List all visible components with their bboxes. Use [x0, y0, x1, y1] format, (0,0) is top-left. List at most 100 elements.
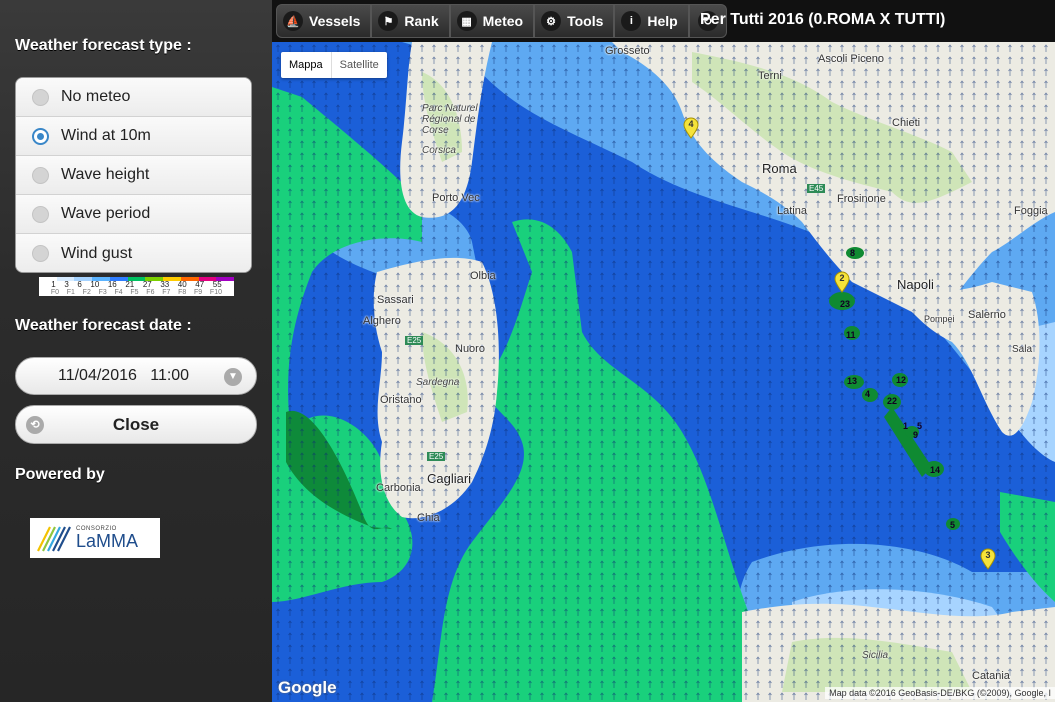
radio-button[interactable]	[32, 245, 49, 262]
scale-force-label: F10	[209, 289, 222, 296]
powered-by-heading: Powered by	[15, 466, 105, 483]
radio-button[interactable]	[32, 205, 49, 223]
help-button[interactable]: i Help	[614, 4, 689, 38]
scale-knot-label: 40	[177, 280, 187, 289]
scale-knot-label: 1	[51, 280, 56, 289]
scale-knot-label: 27	[142, 280, 152, 289]
scale-force-label: F5	[130, 289, 139, 296]
place-label: Porto Vec	[432, 192, 480, 204]
map-layers	[272, 42, 1055, 702]
vessel-marker[interactable]: 4	[683, 117, 699, 139]
boat-number[interactable]: 14	[930, 465, 940, 475]
google-logo: Google	[278, 678, 337, 697]
vessels-label: Vessels	[309, 13, 361, 29]
boat-number[interactable]: 5	[950, 520, 955, 530]
place-label: Cagliari	[427, 471, 472, 486]
rank-label: Rank	[404, 13, 439, 29]
boat-number[interactable]: 4	[865, 389, 870, 399]
boat-number[interactable]: 8	[850, 248, 855, 258]
meteo-button[interactable]: ▦ Meteo	[449, 4, 535, 38]
rank-button[interactable]: ⚑ Rank	[371, 4, 450, 38]
scale-force-label: F4	[114, 289, 123, 296]
place-label: Alghero	[363, 315, 401, 327]
radio-option-wave-period[interactable]: Wave period	[16, 195, 251, 234]
meteo-sidebar: Weather forecast type : No meteo Wind at…	[0, 0, 272, 702]
marker-number: 3	[985, 550, 991, 560]
forecast-date-select[interactable]: 11/04/2016 11:00 ▼	[15, 357, 257, 395]
radio-label: Wind gust	[61, 244, 133, 262]
radio-button[interactable]	[32, 88, 49, 106]
scale-force-label: F3	[98, 289, 107, 296]
lamma-logo-text: LaMMA	[76, 531, 139, 551]
marker-number: 4	[688, 119, 694, 129]
scale-knot-label: 6	[77, 280, 82, 289]
lamma-logo: CONSORZIO LaMMA	[30, 518, 160, 558]
marker-number: 2	[839, 273, 845, 283]
tools-label: Tools	[567, 13, 604, 29]
vessels-button[interactable]: ⛵ Vessels	[276, 4, 372, 38]
vessel-marker[interactable]: 2	[834, 271, 850, 293]
place-label: Sicilia	[862, 650, 889, 661]
scale-force-label: F1	[66, 289, 75, 296]
map-type-satellite[interactable]: Satellite	[332, 52, 387, 78]
forecast-date-value: 11/04/2016 11:00	[58, 367, 190, 384]
road-badge: E25	[427, 452, 446, 461]
place-label: Pompei	[924, 314, 955, 324]
boat-number[interactable]: 13	[847, 376, 857, 386]
forecast-type-heading: Weather forecast type :	[15, 37, 192, 54]
close-circle-icon: ⟲	[26, 416, 44, 434]
vessel-marker[interactable]: 3	[980, 548, 996, 570]
radio-button[interactable]	[32, 166, 49, 184]
place-label: Napoli	[897, 277, 934, 292]
place-label: Corsica	[422, 145, 456, 156]
meteo-label: Meteo	[482, 13, 524, 29]
radio-option-wave-height[interactable]: Wave height	[16, 156, 251, 195]
close-button-label: Close	[112, 415, 160, 434]
map-type-mappa[interactable]: Mappa	[281, 52, 332, 78]
place-label: Salerno	[968, 309, 1006, 321]
boat-number[interactable]: 1	[903, 421, 908, 431]
scale-knot-label: 21	[125, 280, 135, 289]
scale-knot-label: 33	[160, 280, 170, 289]
radio-label: Wave period	[61, 205, 151, 222]
radio-button-selected[interactable]	[32, 127, 49, 145]
help-label: Help	[647, 13, 678, 29]
scale-force-label: F6	[146, 289, 155, 296]
place-label: Chia	[417, 512, 440, 524]
boat-number[interactable]: 22	[887, 396, 897, 406]
scale-knot-label: 16	[107, 280, 117, 289]
place-label: Olbia	[470, 270, 496, 282]
race-title: Per Tutti 2016 (0.ROMA X TUTTI)	[700, 11, 946, 28]
wind-color-scale: 1 3 6 10 16 21 27 33 40 47 55 F0 F1 F2 F3 F4 F5 F6 F7 F8 F9…	[39, 277, 235, 296]
gear-icon: ⚙	[541, 11, 562, 31]
chevron-down-icon: ▼	[224, 368, 242, 386]
scale-knot-values: 1 3 6 10 16 21 27 33 40 47 55	[39, 281, 234, 289]
place-label: Terni	[758, 70, 782, 82]
boat-number[interactable]: 9	[913, 430, 918, 440]
boat-number[interactable]: 11	[846, 330, 856, 340]
scale-force-label: F0	[50, 289, 60, 296]
info-icon: i	[621, 11, 642, 31]
scale-force-label: F9	[194, 289, 203, 296]
top-toolbar: ⛵ Vessels ⚑ Rank ▦ Meteo ⚙ Tools i Help …	[272, 0, 1055, 42]
place-label: Nuoro	[455, 343, 485, 355]
scale-force-label: F2	[82, 289, 91, 296]
radio-option-wind-gust[interactable]: Wind gust	[16, 234, 251, 272]
place-label: Grosseto	[605, 45, 650, 57]
boat-number[interactable]: 12	[896, 375, 906, 385]
grid-icon: ▦	[456, 11, 477, 31]
radio-label: No meteo	[61, 88, 131, 105]
map-attribution[interactable]: Map data ©2016 GeoBasis-DE/BKG (©2009), …	[825, 687, 1055, 699]
boat-number[interactable]: 23	[840, 299, 850, 309]
place-label: Parc Naturel Régional de Corse	[422, 103, 478, 136]
place-label: Sala	[1012, 344, 1033, 355]
weather-map[interactable]: Grosseto Ascoli Piceno Terni Chieti Roma…	[272, 42, 1055, 702]
close-button[interactable]: ⟲ Close	[15, 405, 257, 444]
radio-option-wind-10m[interactable]: Wind at 10m	[16, 117, 251, 156]
place-label: Catania	[972, 670, 1010, 682]
place-label: Ascoli Piceno	[818, 53, 885, 65]
checkered-flag-icon: ⚑	[378, 11, 399, 31]
radio-option-no-meteo[interactable]: No meteo	[16, 78, 251, 117]
tools-button[interactable]: ⚙ Tools	[534, 4, 615, 38]
scale-knot-label: 3	[64, 280, 69, 289]
